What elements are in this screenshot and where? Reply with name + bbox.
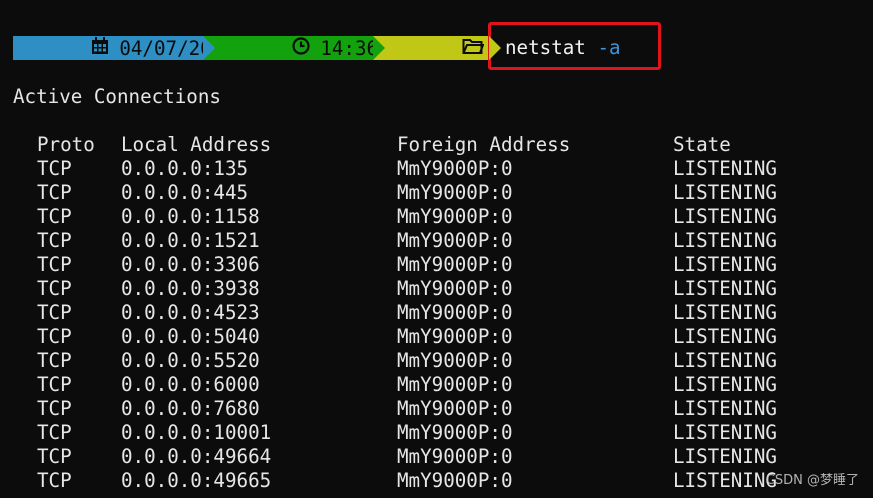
- cell-local-address: 0.0.0.0:3306: [121, 253, 260, 276]
- table-row: TCP 0.0.0.0:3306 MmY9000P:0 LISTENING: [0, 253, 777, 277]
- table-row: TCP 0.0.0.0:7680 MmY9000P:0 LISTENING: [0, 397, 777, 421]
- prompt-date-segment: 04/07/2023: [13, 36, 235, 60]
- segment-arrow: [373, 36, 385, 60]
- cell-proto: TCP: [37, 421, 72, 444]
- cell-local-address: 0.0.0.0:5040: [121, 325, 260, 348]
- cell-local-address: 0.0.0.0:5520: [121, 349, 260, 372]
- table-row: TCP 0.0.0.0:49664 MmY9000P:0 LISTENING: [0, 445, 777, 469]
- table-row: TCP 0.0.0.0:10001 MmY9000P:0 LISTENING: [0, 421, 777, 445]
- highlight-box: [488, 22, 661, 70]
- cell-local-address: 0.0.0.0:10001: [121, 421, 272, 444]
- cell-foreign-address: MmY9000P:0: [397, 325, 513, 348]
- cell-proto: TCP: [37, 397, 72, 420]
- table-row: TCP 0.0.0.0:3938 MmY9000P:0 LISTENING: [0, 277, 777, 301]
- cell-proto: TCP: [37, 229, 72, 252]
- cell-foreign-address: MmY9000P:0: [397, 373, 513, 396]
- cell-proto: TCP: [37, 349, 72, 372]
- watermark: CSDN @梦睡了: [765, 473, 859, 488]
- cell-state: LISTENING: [673, 421, 777, 444]
- header-proto: Proto: [37, 133, 95, 156]
- table-row: TCP 0.0.0.0:49665 MmY9000P:0 LISTENING: [0, 469, 777, 493]
- cell-state: LISTENING: [673, 349, 777, 372]
- header-state: State: [673, 133, 731, 156]
- cell-local-address: 0.0.0.0:7680: [121, 397, 260, 420]
- cell-state: LISTENING: [673, 301, 777, 324]
- cell-foreign-address: MmY9000P:0: [397, 181, 513, 204]
- calendar-icon: [22, 14, 109, 83]
- cell-foreign-address: MmY9000P:0: [397, 157, 513, 180]
- cell-local-address: 0.0.0.0:1158: [121, 205, 260, 228]
- output-heading: Active Connections: [13, 85, 221, 108]
- cell-proto: TCP: [37, 373, 72, 396]
- cell-foreign-address: MmY9000P:0: [397, 277, 513, 300]
- table-row: TCP 0.0.0.0:6000 MmY9000P:0 LISTENING: [0, 373, 777, 397]
- segment-arrow: [489, 36, 501, 60]
- segment-arrow: [203, 36, 215, 60]
- cell-state: LISTENING: [673, 445, 777, 468]
- cell-local-address: 0.0.0.0:49665: [121, 469, 272, 492]
- cell-state: LISTENING: [673, 253, 777, 276]
- cell-foreign-address: MmY9000P:0: [397, 397, 513, 420]
- cell-foreign-address: MmY9000P:0: [397, 253, 513, 276]
- table-row: TCP 0.0.0.0:445 MmY9000P:0 LISTENING: [0, 181, 777, 205]
- header-local-address: Local Address: [121, 133, 272, 156]
- cell-state: LISTENING: [673, 277, 777, 300]
- cell-local-address: 0.0.0.0:4523: [121, 301, 260, 324]
- cell-proto: TCP: [37, 325, 72, 348]
- cell-state: LISTENING: [673, 325, 777, 348]
- cell-state: LISTENING: [673, 469, 777, 492]
- table-header-row: Proto Local Address Foreign Address Stat…: [0, 133, 731, 157]
- cell-local-address: 0.0.0.0:445: [121, 181, 249, 204]
- connections-table: Proto Local Address Foreign Address Stat…: [0, 133, 777, 493]
- cell-foreign-address: MmY9000P:0: [397, 229, 513, 252]
- cell-foreign-address: MmY9000P:0: [397, 301, 513, 324]
- folder-icon: [393, 14, 485, 83]
- cell-foreign-address: MmY9000P:0: [397, 349, 513, 372]
- cell-proto: TCP: [37, 253, 72, 276]
- cell-proto: TCP: [37, 181, 72, 204]
- prompt-time-segment: 14:36.58: [203, 36, 413, 60]
- cell-foreign-address: MmY9000P:0: [397, 421, 513, 444]
- cell-local-address: 0.0.0.0:3938: [121, 277, 260, 300]
- table-row: TCP 0.0.0.0:4523 MmY9000P:0 LISTENING: [0, 301, 777, 325]
- cell-proto: TCP: [37, 277, 72, 300]
- cell-local-address: 0.0.0.0:1521: [121, 229, 260, 252]
- cell-state: LISTENING: [673, 157, 777, 180]
- cell-proto: TCP: [37, 469, 72, 492]
- table-row: TCP 0.0.0.0:1521 MmY9000P:0 LISTENING: [0, 229, 777, 253]
- table-row: TCP 0.0.0.0:1158 MmY9000P:0 LISTENING: [0, 205, 777, 229]
- cell-local-address: 0.0.0.0:6000: [121, 373, 260, 396]
- header-foreign-address: Foreign Address: [397, 133, 571, 156]
- table-row: TCP 0.0.0.0:5040 MmY9000P:0 LISTENING: [0, 325, 777, 349]
- cell-state: LISTENING: [673, 229, 777, 252]
- cell-local-address: 0.0.0.0:49664: [121, 445, 272, 468]
- cell-state: LISTENING: [673, 181, 777, 204]
- cell-state: LISTENING: [673, 205, 777, 228]
- cell-proto: TCP: [37, 445, 72, 468]
- table-row: TCP 0.0.0.0:5520 MmY9000P:0 LISTENING: [0, 349, 777, 373]
- prompt-bar: 04/07/2023 14:36.58 /bin: [13, 36, 541, 60]
- table-row: TCP 0.0.0.0:135 MmY9000P:0 LISTENING: [0, 157, 777, 181]
- prompt-dir-segment: /bin: [373, 36, 541, 60]
- cell-proto: TCP: [37, 157, 72, 180]
- cell-proto: TCP: [37, 205, 72, 228]
- cell-state: LISTENING: [673, 373, 777, 396]
- cell-proto: TCP: [37, 301, 72, 324]
- cell-foreign-address: MmY9000P:0: [397, 445, 513, 468]
- cell-local-address: 0.0.0.0:135: [121, 157, 249, 180]
- cell-foreign-address: MmY9000P:0: [397, 205, 513, 228]
- cell-state: LISTENING: [673, 397, 777, 420]
- cell-foreign-address: MmY9000P:0: [397, 469, 513, 492]
- clock-icon: [223, 14, 310, 83]
